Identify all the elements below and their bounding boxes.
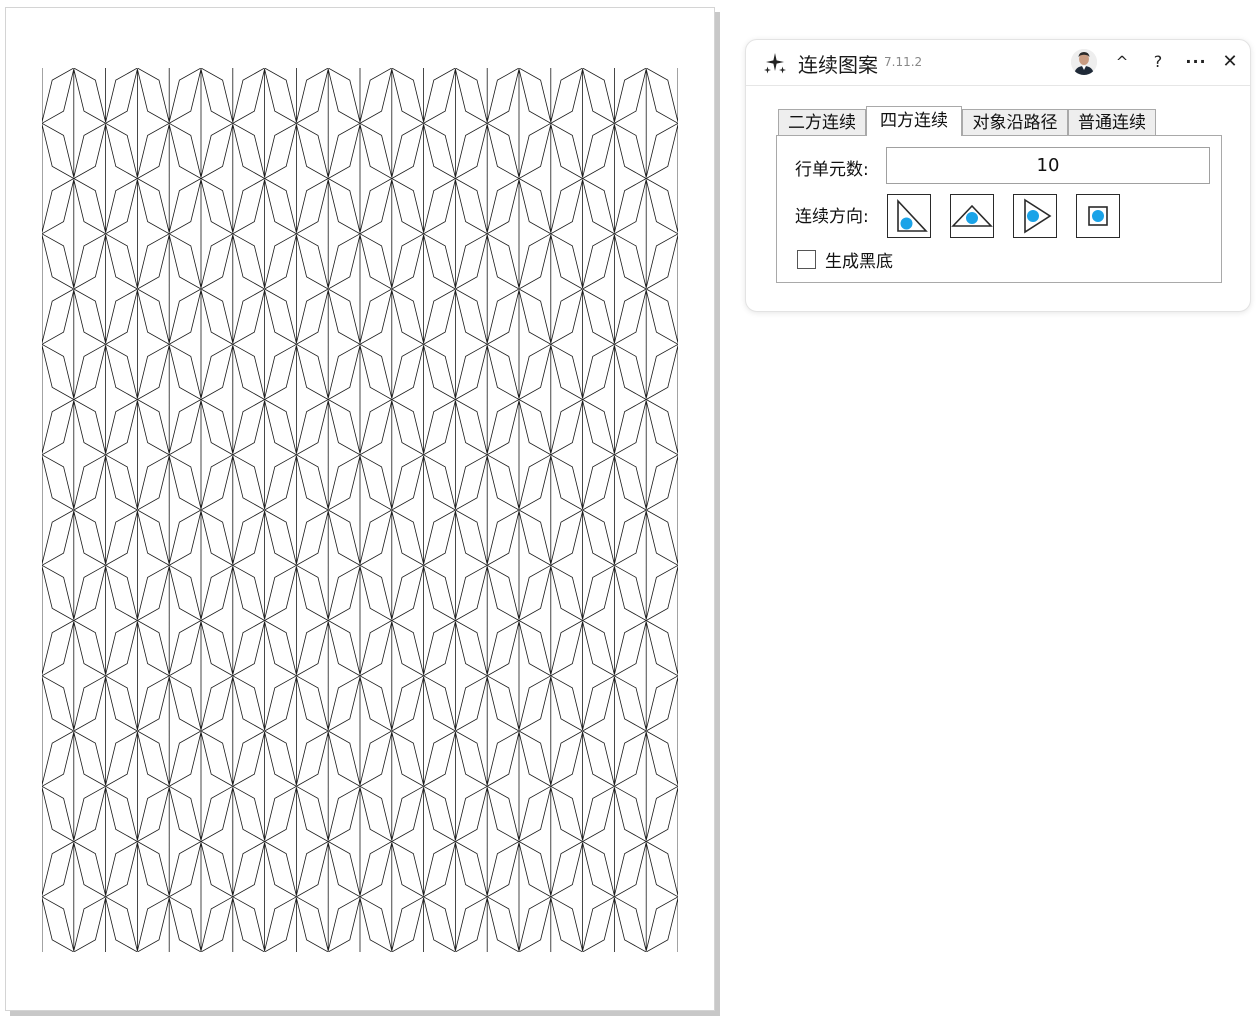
corner-triangle-icon xyxy=(897,198,928,232)
tab-content-four-way: 行单元数: 10 连续方向: 生成黑底 xyxy=(776,135,1222,283)
pattern-path xyxy=(42,68,678,952)
direction-label: 连续方向: xyxy=(795,207,869,227)
right-triangle-icon xyxy=(1024,198,1052,234)
tab-normal[interactable]: 普通连续 xyxy=(1068,109,1156,135)
more-options-button[interactable]: ··· xyxy=(1183,48,1209,76)
direction-right-button[interactable] xyxy=(1013,194,1057,238)
direction-corner-button[interactable] xyxy=(887,194,931,238)
panel-version: 7.11.2 xyxy=(884,55,923,69)
document-page xyxy=(5,7,715,1011)
black-background-checkbox[interactable] xyxy=(797,250,816,269)
direction-up-button[interactable] xyxy=(950,194,994,238)
rows-label: 行单元数: xyxy=(795,160,869,180)
tab-two-way[interactable]: 二方连续 xyxy=(778,109,866,135)
pattern-lines xyxy=(42,68,678,952)
user-avatar[interactable] xyxy=(1071,49,1097,75)
close-button[interactable]: ✕ xyxy=(1217,48,1243,76)
collapse-button[interactable]: ^ xyxy=(1109,48,1135,76)
rows-input[interactable]: 10 xyxy=(886,147,1210,184)
sparkle-icon xyxy=(764,53,786,74)
star-pattern xyxy=(42,68,678,952)
direction-square-button[interactable] xyxy=(1076,194,1120,238)
tab-along-path[interactable]: 对象沿路径 xyxy=(962,109,1068,135)
tab-four-way[interactable]: 四方连续 xyxy=(866,106,962,136)
square-icon xyxy=(1088,206,1108,226)
continuous-pattern-panel: 连续图案 7.11.2 ^ ? ··· ✕ 二方连续 四方连续 对象沿路径 普通… xyxy=(745,39,1251,312)
panel-header: 连续图案 7.11.2 ^ ? ··· ✕ xyxy=(746,40,1250,86)
up-triangle-icon xyxy=(951,204,993,227)
panel-title: 连续图案 xyxy=(798,53,878,77)
black-background-label: 生成黑底 xyxy=(825,252,893,272)
help-button[interactable]: ? xyxy=(1145,48,1171,76)
